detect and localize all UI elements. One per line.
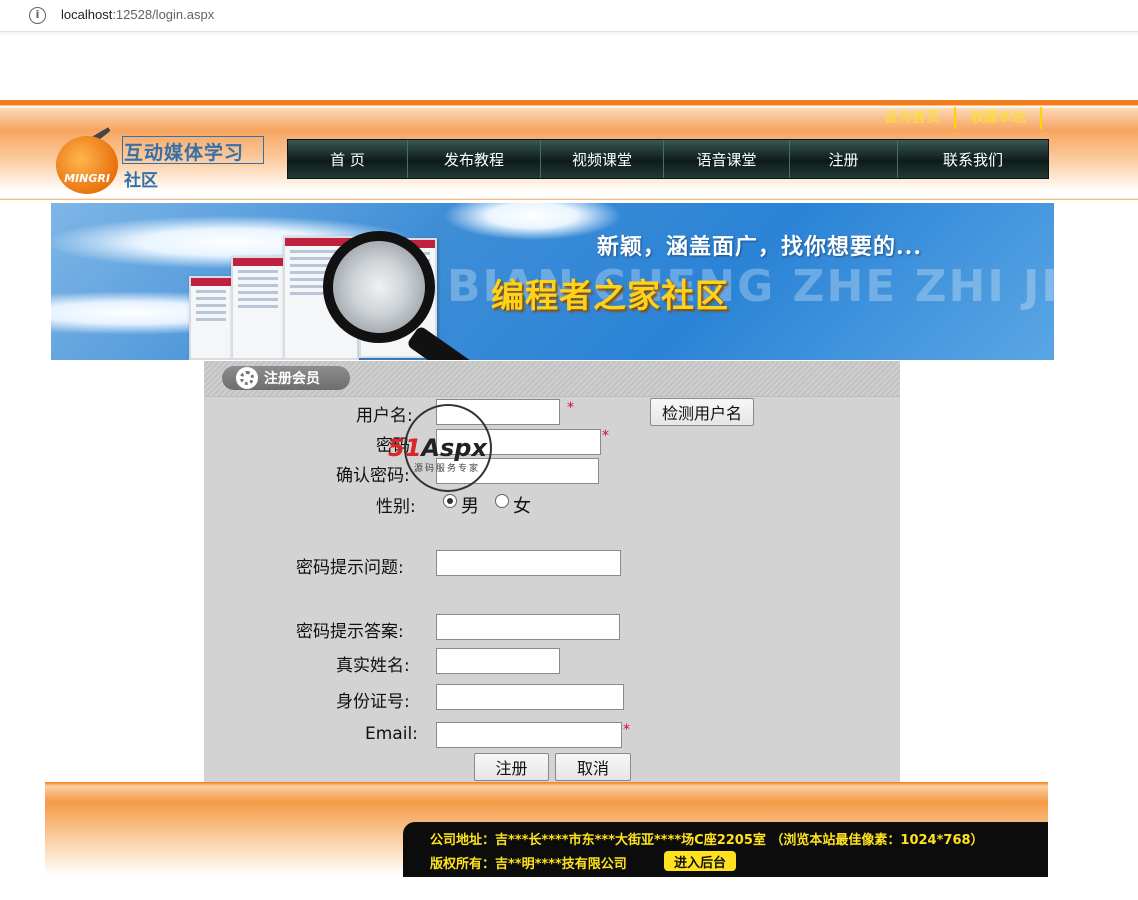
logo-title: 互动媒体学习 (124, 142, 245, 164)
banner-tagline: 新颖，涵盖面广，找你想要的... (597, 234, 922, 260)
question-label: 密码提示问题: (296, 558, 404, 578)
header-top-links: 设为首页 收藏本站 (870, 106, 1042, 130)
nav-item-voice-class[interactable]: 语音课堂 (664, 140, 790, 178)
site-logo[interactable]: MINGRI 互动媒体学习 社区 (56, 122, 266, 194)
footer-address: 公司地址：吉***长****市东***大街亚****场C座2205室 （浏览本站… (430, 833, 984, 848)
gender-label: 性别: (376, 497, 416, 517)
email-required-mark: * (623, 722, 630, 738)
watermark-brand-name: Aspx (421, 434, 487, 462)
nav-item-register[interactable]: 注册 (790, 140, 898, 178)
realname-label: 真实姓名: (336, 656, 410, 676)
bookmark-site-link[interactable]: 收藏本站 (956, 107, 1042, 129)
nav-item-contact[interactable]: 联系我们 (898, 140, 1048, 178)
panel-header: 注册会员 (204, 361, 900, 397)
url-text[interactable]: localhost:12528/login.aspx (61, 7, 214, 22)
nav-item-publish-tutorial[interactable]: 发布教程 (408, 140, 541, 178)
gender-male-radio[interactable] (443, 494, 457, 508)
question-input[interactable] (436, 550, 621, 576)
watermark-brand-number: 51 (388, 434, 422, 462)
logo-subtitle: 社区 (124, 171, 158, 191)
password-required-mark: * (602, 428, 609, 444)
url-path: :12528/login.aspx (112, 7, 215, 22)
email-label: Email: (365, 724, 418, 744)
url-host: localhost (61, 7, 113, 22)
panel-title: 注册会员 (264, 371, 320, 387)
main-nav: 首 页 发布教程 视频课堂 语音课堂 注册 联系我们 (287, 139, 1049, 179)
set-homepage-link[interactable]: 设为首页 (870, 107, 956, 129)
submit-register-button[interactable]: 注册 (474, 753, 549, 781)
idcard-label: 身份证号: (336, 692, 410, 712)
logo-ball-icon (56, 136, 118, 194)
cancel-button[interactable]: 取消 (555, 753, 631, 781)
browser-address-bar[interactable]: i localhost:12528/login.aspx (0, 0, 1138, 32)
answer-label: 密码提示答案: (296, 622, 404, 642)
banner: BIAN CHENG ZHE ZHI JIA 新颖，涵盖面广，找你想要的... … (51, 203, 1054, 360)
magnifier-icon (323, 231, 435, 343)
banner-title: 编程者之家社区 (491, 276, 729, 315)
enter-admin-button[interactable]: 进入后台 (664, 851, 736, 871)
check-username-button[interactable]: 检测用户名 (650, 398, 754, 426)
watermark-slogan: 源码服务专家 (414, 464, 481, 474)
gender-female-radio[interactable] (495, 494, 509, 508)
logo-ball-text: MINGRI (64, 172, 110, 185)
watermark-brand: 51Aspx (388, 434, 487, 462)
info-icon[interactable]: i (29, 7, 46, 24)
realname-input[interactable] (436, 648, 560, 674)
watermark-logo: 51Aspx 源码服务专家 (388, 404, 518, 494)
nav-item-video-class[interactable]: 视频课堂 (541, 140, 664, 178)
address-bar-shadow (0, 32, 1138, 36)
gender-female-label[interactable]: 女 (513, 492, 531, 518)
email-input[interactable] (436, 722, 622, 748)
panel-title-badge: 注册会员 (222, 366, 350, 390)
idcard-input[interactable] (436, 684, 624, 710)
gender-male-label[interactable]: 男 (461, 492, 479, 518)
film-reel-icon (236, 367, 258, 389)
nav-item-home[interactable]: 首 页 (288, 140, 408, 178)
footer-copyright: 版权所有：吉**明****技有限公司 (430, 857, 627, 872)
answer-input[interactable] (436, 614, 620, 640)
username-required-mark: * (567, 400, 574, 416)
